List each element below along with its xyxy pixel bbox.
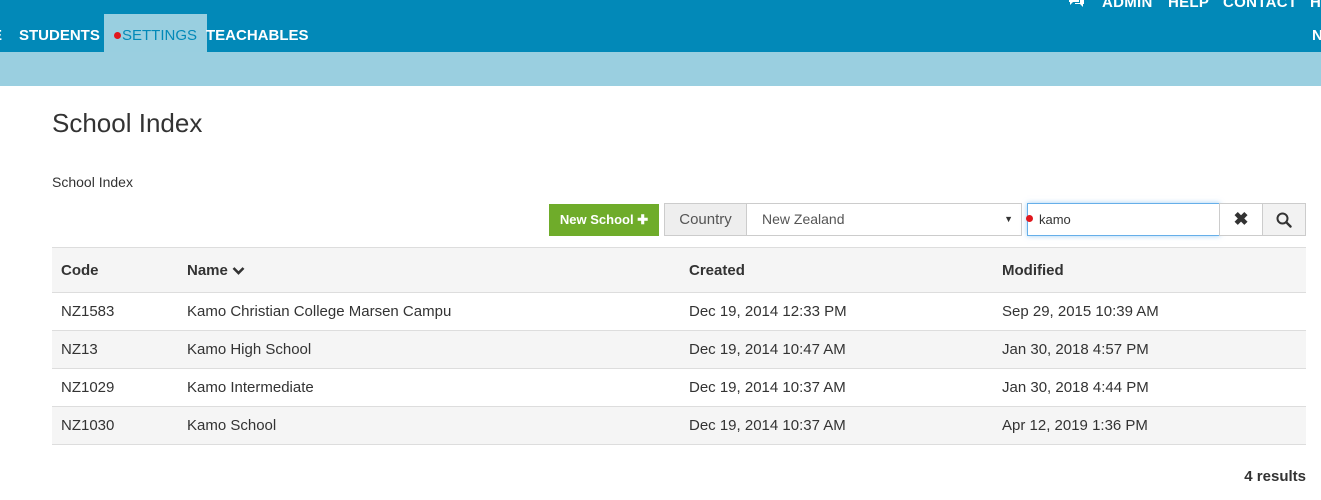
new-school-button[interactable]: New School ✚ (549, 204, 659, 236)
table-row[interactable]: NZ1583 Kamo Christian College Marsen Cam… (52, 292, 1306, 331)
contact-link[interactable]: CONTACT (1223, 0, 1297, 12)
cell-created: Dec 19, 2014 10:37 AM (680, 406, 993, 445)
nav-tab-teachables[interactable]: TEACHABLES (206, 14, 309, 52)
cell-modified: Sep 29, 2015 10:39 AM (993, 292, 1306, 331)
sort-chevron-down-icon (232, 262, 245, 279)
cell-created: Dec 19, 2014 10:47 AM (680, 330, 993, 369)
cell-name[interactable]: Kamo School (178, 406, 680, 445)
plus-icon: ✚ (637, 212, 649, 227)
column-header-name-label: Name (187, 261, 228, 279)
search-input[interactable] (1027, 203, 1220, 236)
cell-code: NZ1029 (52, 368, 178, 407)
column-header-modified[interactable]: Modified (993, 247, 1306, 293)
sub-navbar (0, 52, 1321, 86)
cell-modified: Apr 12, 2019 1:36 PM (993, 406, 1306, 445)
table-row[interactable]: NZ1029 Kamo Intermediate Dec 19, 2014 10… (52, 368, 1306, 407)
chat-icon[interactable] (1067, 0, 1085, 13)
top-navbar: ADMIN HELP CONTACT H E STUDENTS SETTINGS… (0, 0, 1321, 52)
nav-tab-settings-label: SETTINGS (122, 27, 198, 44)
admin-link[interactable]: ADMIN (1102, 0, 1153, 12)
page-title: School Index (52, 108, 203, 138)
results-count: 4 results (1244, 468, 1306, 485)
column-header-name[interactable]: Name (178, 247, 680, 293)
nav-tab-settings[interactable]: SETTINGS (104, 14, 208, 52)
cell-name[interactable]: Kamo Intermediate (178, 368, 680, 407)
cell-code: NZ1583 (52, 292, 178, 331)
table-header-row: Code Name Created Modified (52, 247, 1306, 293)
close-icon: ✖ (1233, 209, 1249, 229)
cell-modified: Jan 30, 2018 4:44 PM (993, 368, 1306, 407)
cell-created: Dec 19, 2014 10:37 AM (680, 368, 993, 407)
country-selected-value: New Zealand (762, 211, 845, 227)
dropdown-caret-icon: ▼ (1004, 214, 1013, 224)
column-header-code[interactable]: Code (52, 247, 178, 293)
nav-tab-partial-right[interactable]: N (1312, 14, 1321, 52)
cell-modified: Jan 30, 2018 4:57 PM (993, 330, 1306, 369)
marker-dot (1026, 215, 1033, 222)
cell-code: NZ13 (52, 330, 178, 369)
country-label: Country (664, 203, 747, 236)
table-row[interactable]: NZ13 Kamo High School Dec 19, 2014 10:47… (52, 330, 1306, 369)
new-school-label: New School (559, 212, 634, 227)
cell-code: NZ1030 (52, 406, 178, 445)
help-link[interactable]: HELP (1168, 0, 1209, 12)
cell-name[interactable]: Kamo High School (178, 330, 680, 369)
search-icon (1276, 211, 1292, 228)
search-button[interactable] (1262, 203, 1306, 236)
column-header-created[interactable]: Created (680, 247, 993, 293)
clear-search-button[interactable]: ✖ (1219, 203, 1263, 236)
country-select[interactable]: New Zealand ▼ (746, 203, 1022, 236)
table-row[interactable]: NZ1030 Kamo School Dec 19, 2014 10:37 AM… (52, 406, 1306, 445)
utility-link-partial[interactable]: H (1310, 0, 1321, 12)
nav-tab-partial-left[interactable]: E (0, 14, 2, 52)
schools-table: Code Name Created Modified NZ1583 Kamo C… (52, 247, 1306, 445)
marker-dot (114, 31, 121, 39)
nav-tab-students[interactable]: STUDENTS (19, 14, 100, 52)
breadcrumb: School Index (52, 174, 133, 190)
cell-name[interactable]: Kamo Christian College Marsen Campu (178, 292, 680, 331)
cell-created: Dec 19, 2014 12:33 PM (680, 292, 993, 331)
